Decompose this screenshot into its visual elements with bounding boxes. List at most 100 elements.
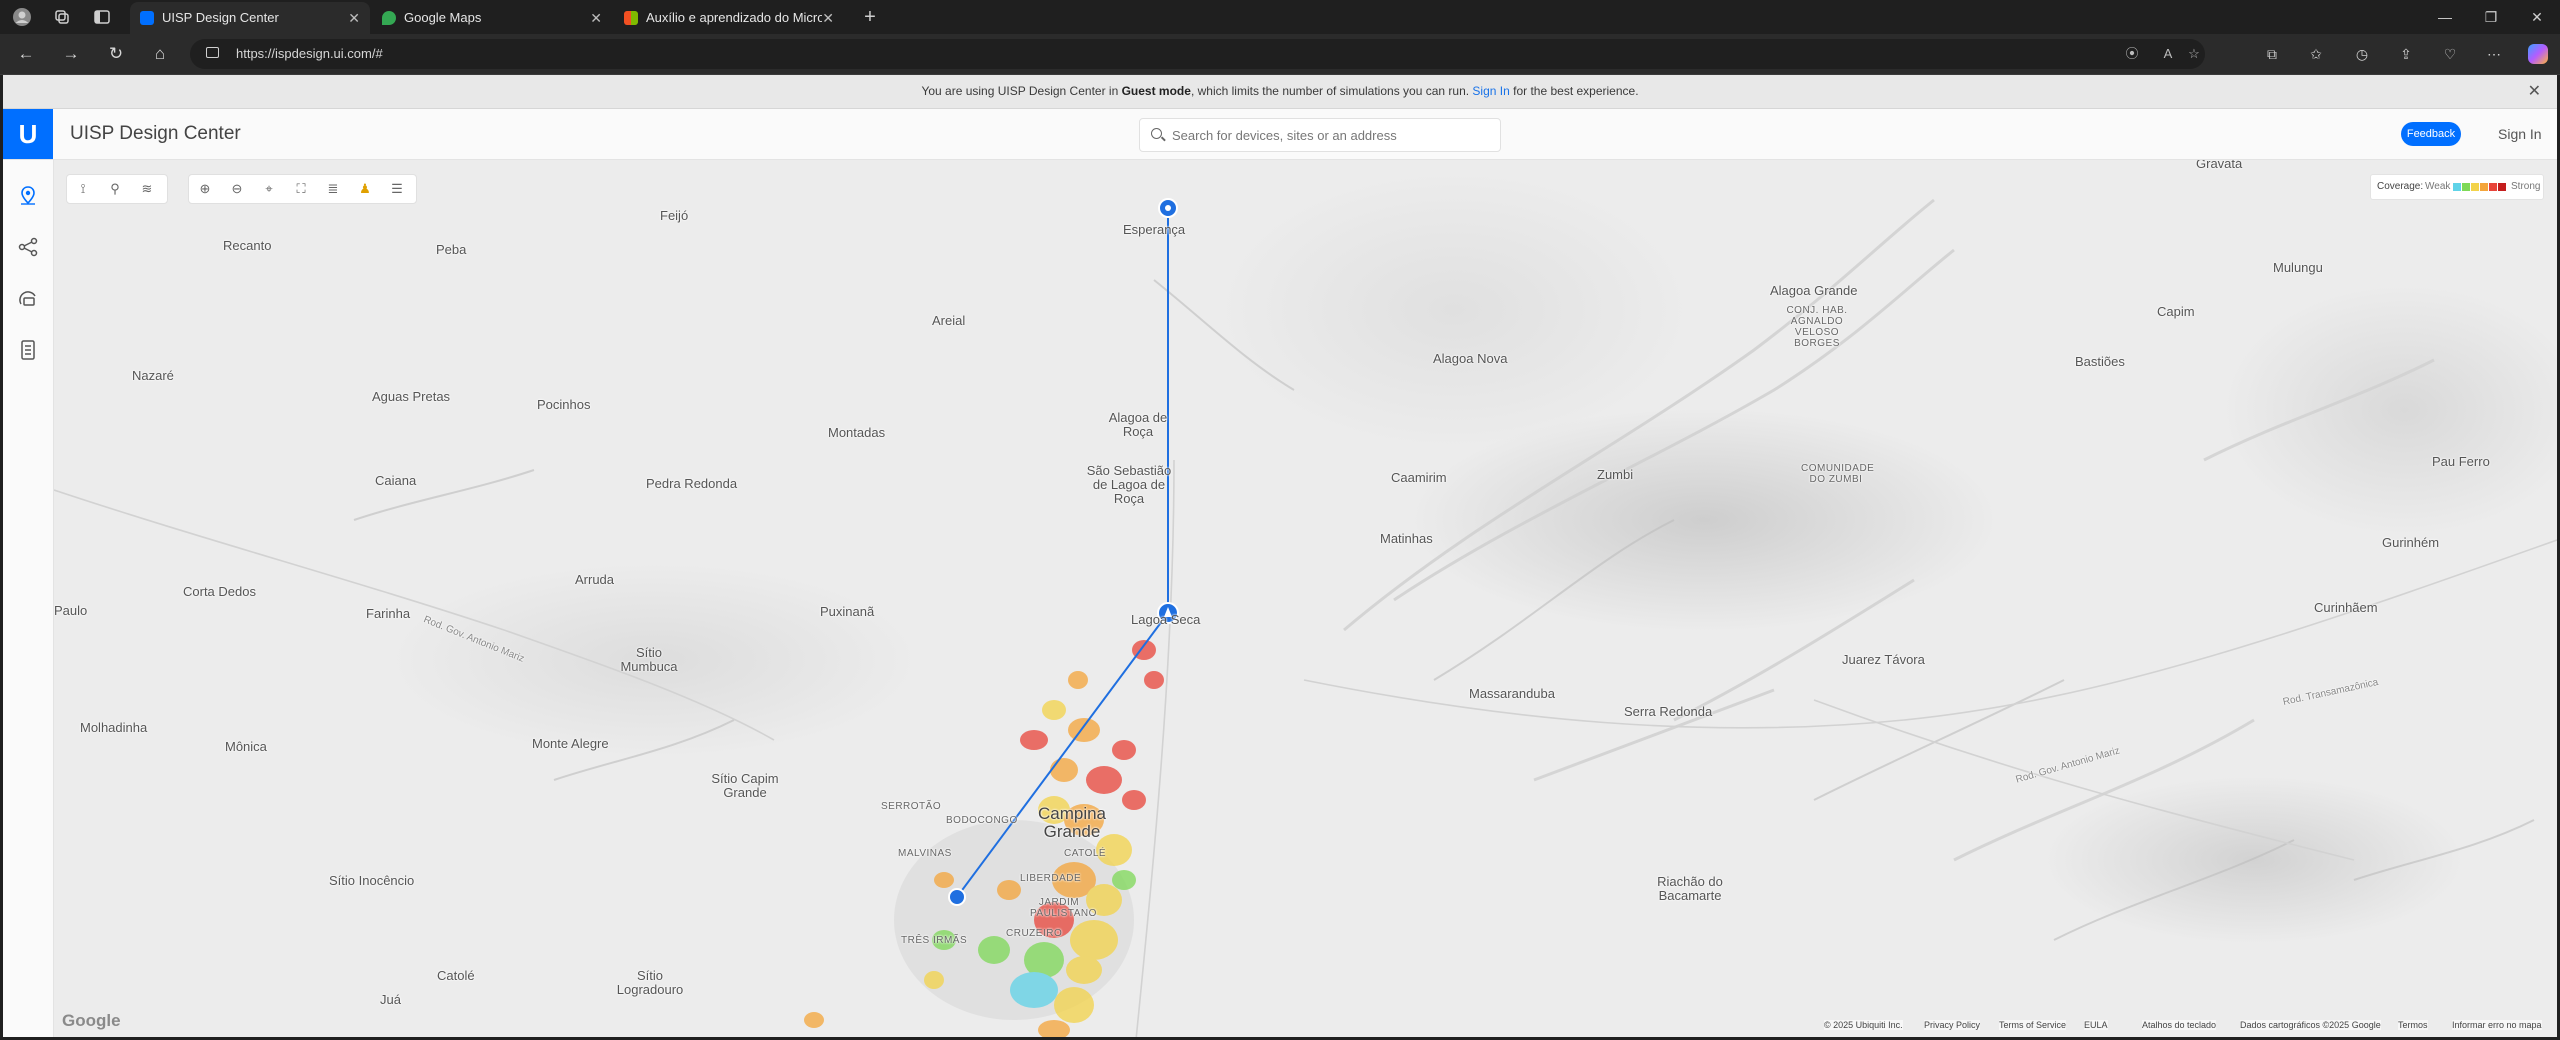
district-label: TRÊS IRMÃS: [901, 935, 968, 946]
layers-icon[interactable]: ≣: [323, 179, 343, 199]
copilot-icon[interactable]: [2528, 44, 2548, 64]
tab-title: UISP Design Center: [162, 10, 279, 25]
place-label: Riachão do Bacamarte: [1657, 874, 1723, 903]
bill-of-materials-icon[interactable]: [16, 338, 40, 362]
devices-icon[interactable]: [16, 286, 40, 310]
close-banner-icon[interactable]: ✕: [2528, 75, 2541, 108]
tab-uisp-design-center[interactable]: UISP Design Center ✕: [130, 2, 370, 34]
web-page: You are using UISP Design Center in Gues…: [3, 75, 2557, 1037]
lock-icon[interactable]: [206, 47, 219, 58]
district-label: MALVINAS: [898, 848, 952, 859]
favorite-star-icon[interactable]: ☆: [2184, 44, 2204, 64]
coverage-swatch: [2453, 183, 2461, 191]
terms-of-service-link[interactable]: Terms of Service: [1999, 1020, 2067, 1030]
terms-link[interactable]: Termos: [2398, 1020, 2428, 1030]
map-edit-toolbar: ⟟ ⚲ ≋: [66, 174, 168, 204]
close-tab-icon[interactable]: ✕: [348, 2, 360, 34]
place-label: Catolé: [437, 968, 475, 983]
attribution-copyright: © 2025 Ubiquiti Inc.: [1824, 1020, 1903, 1030]
district-label: CRUZEIRO: [1006, 928, 1063, 939]
privacy-policy-link[interactable]: Privacy Policy: [1924, 1020, 1981, 1030]
place-label: Juá: [380, 992, 401, 1007]
address-bar[interactable]: https://ispdesign.ui.com/# ⦿ A ☆: [190, 39, 2205, 69]
topology-icon[interactable]: [16, 235, 40, 259]
add-link-icon[interactable]: ⟟: [73, 179, 93, 199]
coverage-label: Coverage:: [2377, 181, 2424, 192]
banner-signin-link[interactable]: Sign In: [1472, 84, 1509, 98]
location-icon[interactable]: ⦿: [2122, 44, 2142, 64]
workspaces-icon[interactable]: [52, 7, 72, 27]
place-label: Molhadinha: [80, 720, 148, 735]
place-label: Massaranduba: [1469, 686, 1555, 701]
uisp-logo[interactable]: U: [3, 109, 53, 159]
read-aloud-icon[interactable]: A: [2158, 44, 2178, 64]
search-input[interactable]: [1170, 119, 1494, 151]
locate-icon[interactable]: ⌖: [259, 179, 279, 199]
district-label: BODOCONGO: [946, 815, 1018, 826]
district-label: CATOLÉ: [1064, 848, 1107, 859]
close-window-icon[interactable]: ✕: [2514, 0, 2560, 34]
feedback-button[interactable]: Feedback: [2401, 122, 2461, 146]
uisp-favicon-icon: [140, 11, 154, 25]
sidebar: [3, 160, 54, 1037]
sites-icon[interactable]: [16, 184, 40, 208]
signin-button[interactable]: Sign In: [2498, 109, 2542, 159]
place-label: Sítio Capim Grande: [711, 771, 779, 800]
district-label: JARDIM PAULISTANO: [1030, 897, 1097, 919]
place-label: Mônica: [225, 739, 267, 754]
forward-icon[interactable]: →: [61, 44, 81, 64]
coverage-swatch: [2489, 183, 2497, 191]
map-terrain: [54, 198, 2557, 1037]
street-view-icon[interactable]: ♟: [355, 179, 375, 199]
eula-link[interactable]: EULA: [2084, 1020, 2108, 1030]
browser-toolbar: ← → ↻ ⌂ https://ispdesign.ui.com/# ⦿ A ☆…: [0, 34, 2560, 75]
place-label: Capim: [2157, 304, 2195, 319]
coverage-swatch: [2471, 183, 2479, 191]
tab-google-maps[interactable]: Google Maps ✕: [372, 2, 612, 34]
history-icon[interactable]: ◷: [2352, 44, 2372, 64]
tab-microsoft-help[interactable]: Auxílio e aprendizado do Microsoft ✕: [614, 2, 844, 34]
favorites-icon[interactable]: ✩: [2306, 44, 2326, 64]
back-icon[interactable]: ←: [16, 44, 36, 64]
place-label: Recanto: [223, 238, 272, 253]
more-menu-icon[interactable]: ⋯: [2484, 44, 2504, 64]
place-label: Sítio Mumbuca: [620, 645, 678, 674]
fullscreen-icon[interactable]: ⛶: [291, 179, 311, 199]
place-label: Caamirim: [1391, 470, 1447, 485]
minimize-icon[interactable]: —: [2422, 0, 2468, 34]
tab-title: Auxílio e aprendizado do Microsoft: [646, 10, 822, 25]
place-label: Sítio Logradouro: [616, 968, 684, 997]
place-label: Farinha: [366, 606, 411, 621]
coverage-swatch: [2480, 183, 2488, 191]
zoom-in-icon[interactable]: ⊕: [195, 179, 215, 199]
add-site-icon[interactable]: ⚲: [105, 179, 125, 199]
zoom-out-icon[interactable]: ⊖: [227, 179, 247, 199]
place-label: Curinhãem: [2314, 600, 2378, 615]
close-tab-icon[interactable]: ✕: [822, 2, 834, 34]
restore-icon[interactable]: ❐: [2468, 0, 2514, 34]
close-tab-icon[interactable]: ✕: [590, 2, 602, 34]
vertical-tabs-icon[interactable]: [92, 7, 112, 27]
district-label: CONJ. HAB. AGNALDO VELOSO BORGES: [1786, 305, 1848, 349]
refresh-icon[interactable]: ↻: [106, 44, 126, 64]
home-icon[interactable]: ⌂: [150, 44, 170, 64]
place-label: Sítio Inocêncio: [329, 873, 415, 888]
extensions-icon[interactable]: ⧉: [2262, 44, 2282, 64]
place-label: Aguas Pretas: [372, 389, 451, 404]
share-icon[interactable]: ⇪: [2396, 44, 2416, 64]
coverage-strong-label: Strong: [2511, 181, 2541, 192]
keyboard-shortcuts-link[interactable]: Atalhos do teclado: [2142, 1020, 2217, 1030]
filter-icon[interactable]: ≋: [137, 179, 157, 199]
place-label: São Sebastião de Lagoa de Roça: [1086, 463, 1172, 506]
url-text[interactable]: https://ispdesign.ui.com/#: [236, 39, 383, 69]
report-map-error-link[interactable]: Informar erro no mapa: [2452, 1020, 2542, 1030]
performance-icon[interactable]: ♡: [2440, 44, 2460, 64]
profile-avatar-icon[interactable]: [12, 7, 32, 27]
map-view[interactable]: ⟟ ⚲ ≋ ⊕ ⊖ ⌖ ⛶ ≣ ♟ ☰ Coverage: Weak Stron…: [54, 160, 2557, 1037]
menu-icon[interactable]: ☰: [387, 179, 407, 199]
app-header: U UISP Design Center Feedback Sign In: [3, 109, 2557, 160]
new-tab-icon[interactable]: +: [860, 7, 880, 27]
place-label: Serra Redonda: [1624, 704, 1713, 719]
google-logo: Google: [62, 1011, 121, 1030]
search-box[interactable]: [1139, 118, 1501, 152]
